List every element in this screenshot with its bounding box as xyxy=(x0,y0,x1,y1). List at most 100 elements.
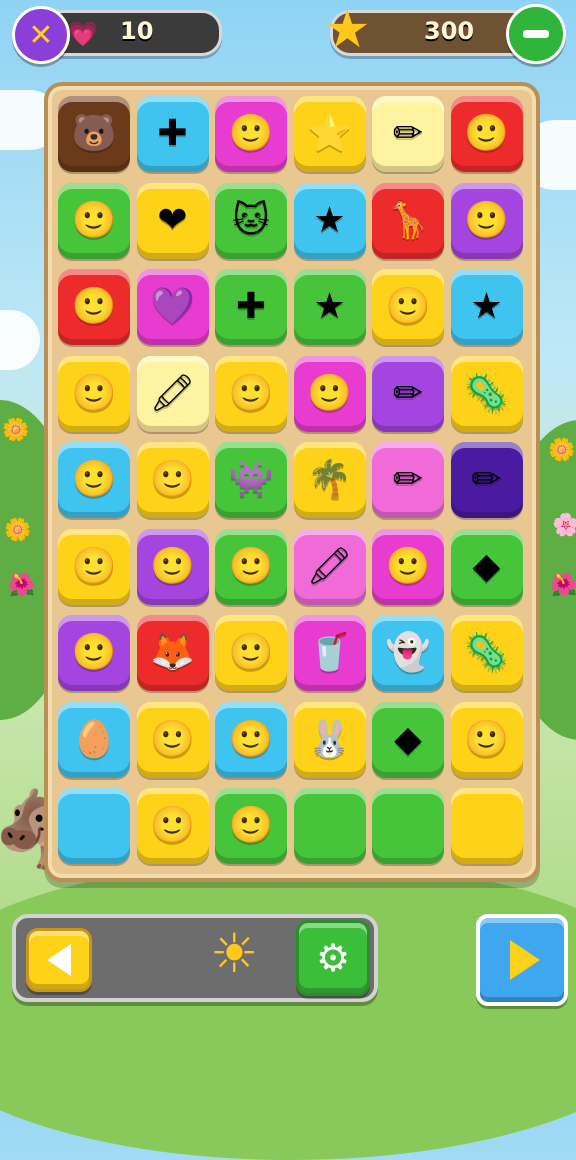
tile-symbol-icon: 🙂 xyxy=(71,632,117,673)
game-tile[interactable]: ◆ xyxy=(450,528,523,605)
star-face-icon: ★ xyxy=(324,0,371,60)
game-tile[interactable]: ✚ xyxy=(215,269,287,345)
game-tile[interactable]: ★ xyxy=(293,269,366,345)
game-tile[interactable]: ❤ xyxy=(136,182,209,259)
game-tile[interactable]: 🖍 xyxy=(293,528,366,605)
game-tile[interactable]: 🦊 xyxy=(136,615,209,691)
game-tile[interactable]: 🙂 xyxy=(215,96,287,172)
game-tile[interactable]: 🙂 xyxy=(450,96,523,172)
game-tile[interactable]: 🙂 xyxy=(58,615,130,691)
game-tile[interactable]: 🙂 xyxy=(215,528,287,605)
tile-symbol-icon: 🖍 xyxy=(149,372,196,414)
tile-symbol-icon: 🙂 xyxy=(228,632,274,673)
game-tile[interactable]: 🐱 xyxy=(215,182,287,259)
tile-symbol-icon: 🐰 xyxy=(307,718,352,760)
flower-decoration: 🌺 xyxy=(8,573,36,598)
game-tile[interactable]: 🐻 xyxy=(58,96,130,172)
game-tile[interactable]: ★ xyxy=(450,269,523,345)
game-tile[interactable]: ✏ xyxy=(450,442,523,518)
game-tile[interactable]: 🙂 xyxy=(215,615,287,691)
tile-symbol-icon: ◆ xyxy=(472,545,501,587)
tile-symbol-icon: 🙂 xyxy=(228,372,274,414)
play-button[interactable] xyxy=(476,914,568,1006)
game-tile[interactable]: 🙂 xyxy=(58,355,130,432)
tile-symbol-icon: 🙂 xyxy=(385,545,431,587)
game-tile[interactable]: 🥤 xyxy=(293,615,366,691)
tile-symbol-icon: 🙂 xyxy=(71,459,117,500)
tile-symbol-icon: 🙂 xyxy=(385,286,431,327)
tile-symbol-icon: ✏ xyxy=(392,113,424,154)
game-tile[interactable]: ★ xyxy=(293,182,366,259)
close-button[interactable]: ✕ xyxy=(12,6,70,64)
game-tile[interactable]: 👻 xyxy=(372,615,444,691)
tile-symbol-icon: 👾 xyxy=(228,459,274,500)
game-tile[interactable]: 🙂 xyxy=(215,355,287,432)
game-tile[interactable]: 🖍 xyxy=(136,355,209,432)
game-tile[interactable]: 🙂 xyxy=(58,442,130,518)
flower-decoration: 🌼 xyxy=(548,438,576,463)
game-tile[interactable]: 🙂 xyxy=(136,528,209,605)
game-tile[interactable]: 🙂 xyxy=(215,701,287,778)
tile-symbol-icon: 🙂 xyxy=(71,372,117,414)
game-tile[interactable]: 👾 xyxy=(215,442,287,518)
game-tile[interactable]: ✏ xyxy=(372,96,444,172)
tile-symbol-icon: 🙂 xyxy=(228,113,274,154)
tile-symbol-icon: 🐱 xyxy=(232,199,270,241)
game-tile[interactable]: 🙂 xyxy=(372,528,444,605)
game-tile[interactable]: 💜 xyxy=(136,269,209,345)
tile-symbol-icon: 🦠 xyxy=(464,372,509,414)
flower-decoration: 🌸 xyxy=(552,513,576,538)
tile-symbol-icon: 🦒 xyxy=(385,199,431,241)
game-tile[interactable]: 🐰 xyxy=(293,701,366,778)
game-board: 🐻 ✚ 🙂 ⭐ ✏ 🙂 🙂 ❤ 🐱 ★ 🦒 🙂 🙂 💜 ✚ ★ 🙂 ★ 🙂 🖍 🙂 🙂 ✏ 🦠 🙂 🙂 👾 🌴 ✏ ✏ 🙂 🙂 🙂 🖍 🙂 ◆ 🙂 🦊 🙂 🥤… xyxy=(44,82,540,882)
close-icon: ✕ xyxy=(28,17,54,53)
tile-symbol-icon: ✏ xyxy=(392,459,424,500)
tile-symbol-icon: ⭐ xyxy=(307,113,352,154)
tile-symbol-icon: 🐻 xyxy=(71,113,117,154)
game-tile[interactable]: 🙂 xyxy=(58,528,130,605)
game-tile[interactable]: 🙂 xyxy=(450,182,523,259)
lives-value: 10 xyxy=(120,17,154,45)
minus-icon xyxy=(523,30,549,38)
tile-symbol-icon: ★ xyxy=(313,199,346,241)
game-tile[interactable]: 🙂 xyxy=(450,701,523,778)
minus-button[interactable] xyxy=(506,4,566,64)
tile-symbol-icon: 🥤 xyxy=(307,632,352,673)
tile-symbol-icon: 🙂 xyxy=(71,199,117,241)
game-tile[interactable] xyxy=(372,788,444,864)
game-tile[interactable]: 🙂 xyxy=(215,788,287,864)
game-tile[interactable]: 🙂 xyxy=(372,269,444,345)
game-tile[interactable]: ◆ xyxy=(372,701,444,778)
game-tile[interactable]: ✚ xyxy=(136,96,209,172)
game-tile[interactable]: ✏ xyxy=(372,355,444,432)
game-tile[interactable] xyxy=(450,788,523,864)
game-tile[interactable] xyxy=(58,788,130,864)
game-tile[interactable]: 🙂 xyxy=(136,788,209,864)
tile-symbol-icon: 🙂 xyxy=(228,545,274,587)
tile-symbol-icon: 🥚 xyxy=(71,718,117,760)
tile-symbol-icon: 🌴 xyxy=(307,459,352,500)
game-tile[interactable]: 🙂 xyxy=(58,182,130,259)
settings-button[interactable]: ⚙ xyxy=(296,920,370,996)
game-tile[interactable]: 🦠 xyxy=(450,615,523,691)
game-tile[interactable]: 🦒 xyxy=(372,182,444,259)
game-tile[interactable]: ✏ xyxy=(372,442,444,518)
game-tile[interactable]: ⭐ xyxy=(293,96,366,172)
tile-symbol-icon: ✚ xyxy=(235,286,267,327)
gear-icon: ⚙ xyxy=(315,936,351,980)
sun-icon: ☀ xyxy=(210,922,259,985)
tile-symbol-icon: 🖍 xyxy=(306,545,353,587)
game-tile[interactable]: 🥚 xyxy=(58,701,130,778)
game-tile[interactable]: 🙂 xyxy=(136,701,209,778)
game-tile[interactable] xyxy=(293,788,366,864)
game-tile[interactable]: 🙂 xyxy=(58,269,130,345)
game-tile[interactable]: 🙂 xyxy=(136,442,209,518)
tile-symbol-icon: 🙂 xyxy=(464,113,509,154)
tile-symbol-icon: 🦠 xyxy=(464,632,509,673)
game-tile[interactable]: 🙂 xyxy=(293,355,366,432)
game-tile[interactable]: 🦠 xyxy=(450,355,523,432)
back-button[interactable] xyxy=(26,928,92,992)
score-value: 300 xyxy=(424,17,475,45)
flower-decoration: 🌼 xyxy=(4,518,32,543)
game-tile[interactable]: 🌴 xyxy=(293,442,366,518)
